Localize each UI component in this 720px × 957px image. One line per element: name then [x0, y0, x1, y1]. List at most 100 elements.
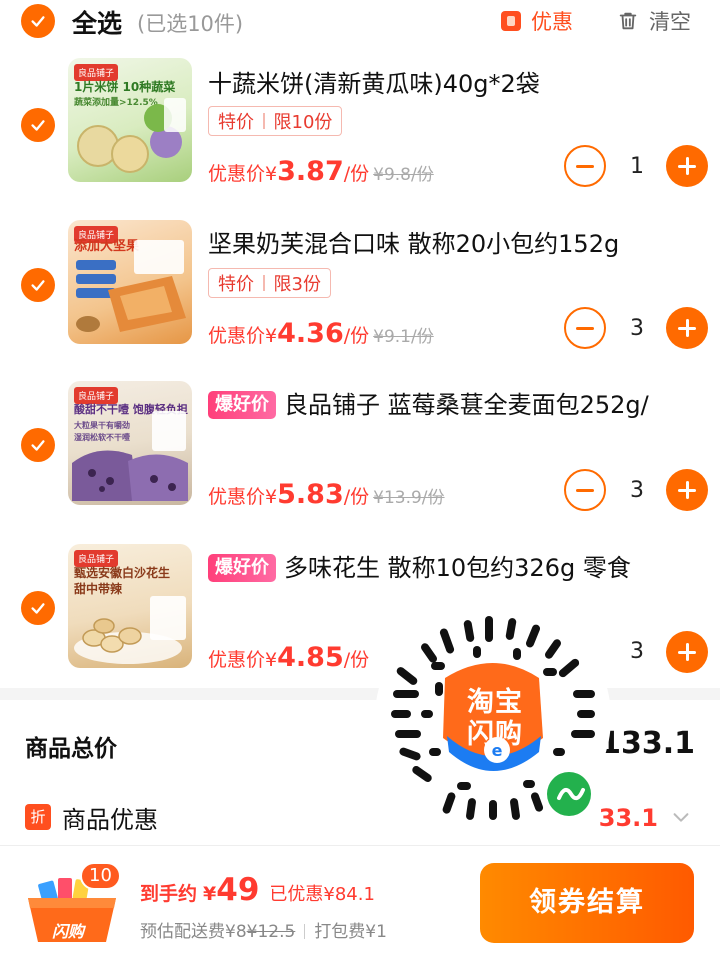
clear-label: 清空 [649, 10, 691, 34]
trash-icon [619, 12, 637, 30]
cart-count-badge: 10 [80, 862, 121, 890]
discount-price: 4.85 [277, 642, 344, 673]
pay-summary: 到手约 ¥ 49 已优惠¥84.1 [140, 872, 375, 908]
saved-amount: 已优惠¥84.1 [269, 884, 375, 905]
product-title[interactable]: 爆好价 多味花生 散称10包约326g 零食 [208, 548, 698, 583]
increase-quantity-button[interactable] [666, 145, 708, 187]
product-title-text: 多味花生 散称10包约326g 零食 [284, 554, 631, 582]
currency-symbol: ¥ [265, 325, 278, 347]
currency-symbol: ¥ [265, 163, 278, 185]
cart-page: 全选 (已选10件) 优惠 清空 良品铺子 1片米饼 10种蔬菜 蔬菜添加量>1… [0, 0, 720, 957]
discount-row-label[interactable]: 商品优惠 [62, 800, 158, 835]
product-title-text: 良品铺子 蓝莓桑葚全麦面包252g/ [284, 391, 649, 419]
product-image[interactable]: 良品铺子 酸甜不干噎 饱腹轻负担 大粒果干有嚼劲 湿润松软不干噎 [68, 381, 192, 505]
nut-bar-illustration [76, 240, 186, 332]
quantity-value[interactable]: 3 [612, 478, 662, 503]
discount-label: 优惠 [531, 10, 573, 34]
product-title[interactable]: 坚果奶芙混合口味 散称20小包约152g [208, 224, 698, 259]
currency-symbol: ¥ [265, 649, 278, 671]
cart-header: 全选 (已选10件) 优惠 清空 [0, 0, 720, 42]
price-unit: /份 [343, 163, 370, 185]
shipping-fee: 预估配送费¥8 [140, 922, 247, 942]
qr-brand-line2: 闪购 [467, 719, 523, 750]
discount-price: 5.83 [277, 479, 344, 510]
product-image[interactable]: 良品铺子 甄选安徽白沙花生 甜中带辣 [68, 544, 192, 668]
item-checkbox[interactable] [21, 428, 55, 462]
hot-deal-badge: 爆好价 [208, 554, 276, 582]
price-label: 优惠价 [208, 163, 266, 185]
qr-code-overlay[interactable]: e 淘宝 闪购 [373, 598, 613, 838]
increase-quantity-button[interactable] [666, 307, 708, 349]
checkmark-icon [31, 120, 45, 131]
pay-label: 到手约 [140, 883, 198, 905]
product-title[interactable]: 十蔬米饼(清新黄瓜味)40g*2袋 [208, 64, 698, 99]
decrease-quantity-button[interactable] [564, 307, 606, 349]
rice-cake-illustration [77, 98, 186, 173]
quantity-value[interactable]: 3 [612, 316, 662, 341]
original-price: ¥9.1/份 [373, 327, 434, 347]
product-title[interactable]: 爆好价 良品铺子 蓝莓桑葚全麦面包252g/ [208, 385, 698, 420]
limit-tag: 限10份 [273, 112, 333, 133]
price-label: 优惠价 [208, 325, 266, 347]
cart-icon-text: 闪购 [52, 922, 85, 941]
item-checkbox[interactable] [21, 108, 55, 142]
checkout-bar: 闪购 10 到手约 ¥ 49 已优惠¥84.1 预估配送费¥8¥12.5 打包费¥… [0, 845, 720, 957]
discount-icon: 折 [25, 804, 51, 830]
info-divider [304, 924, 306, 939]
quantity-value[interactable]: 3 [612, 639, 662, 664]
clear-button[interactable]: 清空 [617, 6, 691, 36]
decrease-quantity-button[interactable] [564, 145, 606, 187]
pay-currency: ¥ [203, 883, 217, 905]
special-price-tag: 特价 [218, 274, 254, 295]
shipping-info: 预估配送费¥8¥12.5 打包费¥1 [140, 917, 387, 942]
discount-price: 3.87 [277, 156, 344, 187]
price-row: 优惠价 ¥ 3.87 /份 ¥9.8/份 [208, 156, 434, 187]
total-price-label: 商品总价 [25, 736, 117, 762]
selected-count: (已选10件) [137, 12, 244, 36]
peanut-illustration [74, 596, 186, 664]
checkmark-icon [31, 440, 45, 451]
bread-illustration [72, 411, 188, 501]
decrease-quantity-button[interactable] [564, 469, 606, 511]
item-checkbox[interactable] [21, 268, 55, 302]
price-row: 优惠价 ¥ 4.85 /份 [208, 642, 369, 673]
currency-symbol: ¥ [265, 486, 278, 508]
price-row: 优惠价 ¥ 5.83 /份 ¥13.9/份 [208, 479, 445, 510]
select-all-checkbox[interactable] [21, 4, 55, 38]
total-price-value: 133.1 [600, 726, 695, 761]
checkout-button[interactable]: 领券结算 [480, 863, 694, 943]
price-unit: /份 [343, 325, 370, 347]
packing-fee: 打包费¥1 [314, 922, 387, 942]
original-price: ¥13.9/份 [373, 488, 445, 508]
select-all-label[interactable]: 全选 [72, 4, 122, 40]
shipping-original-fee: ¥12.5 [246, 922, 296, 942]
discount-price: 4.36 [277, 318, 344, 349]
cart-item: 良品铺子 添加大坚果 坚果奶芙混合口味 散称20小包约152g 特价 限3份 优… [0, 220, 720, 380]
special-price-tag: 特价 [218, 112, 254, 133]
price-unit: /份 [343, 649, 370, 671]
product-image[interactable]: 良品铺子 添加大坚果 [68, 220, 192, 344]
cart-item: 良品铺子 酸甜不干噎 饱腹轻负担 大粒果干有嚼劲 湿润松软不干噎 爆好价 良品铺子… [0, 381, 720, 541]
discount-button[interactable]: 优惠 [501, 6, 573, 36]
product-image[interactable]: 良品铺子 1片米饼 10种蔬菜 蔬菜添加量>12.5% [68, 58, 192, 182]
coupon-icon [501, 11, 521, 31]
price-row: 优惠价 ¥ 4.36 /份 ¥9.1/份 [208, 318, 434, 349]
checkmark-icon [31, 603, 45, 614]
pay-amount: 49 [216, 872, 260, 908]
promo-tags: 特价 限10份 [208, 106, 343, 136]
checkmark-icon [31, 16, 45, 27]
increase-quantity-button[interactable] [666, 631, 708, 673]
price-label: 优惠价 [208, 486, 266, 508]
hot-deal-badge: 爆好价 [208, 391, 276, 419]
chevron-down-icon[interactable] [670, 806, 692, 828]
price-unit: /份 [343, 486, 370, 508]
limit-tag: 限3份 [273, 274, 321, 295]
cart-item: 良品铺子 1片米饼 10种蔬菜 蔬菜添加量>12.5% 十蔬米饼(清新黄瓜味)4… [0, 56, 720, 216]
original-price: ¥9.8/份 [373, 165, 434, 185]
increase-quantity-button[interactable] [666, 469, 708, 511]
promo-tags: 特价 限3份 [208, 268, 331, 298]
item-checkbox[interactable] [21, 591, 55, 625]
checkmark-icon [31, 280, 45, 291]
quantity-value[interactable]: 1 [612, 154, 662, 179]
price-label: 优惠价 [208, 649, 266, 671]
